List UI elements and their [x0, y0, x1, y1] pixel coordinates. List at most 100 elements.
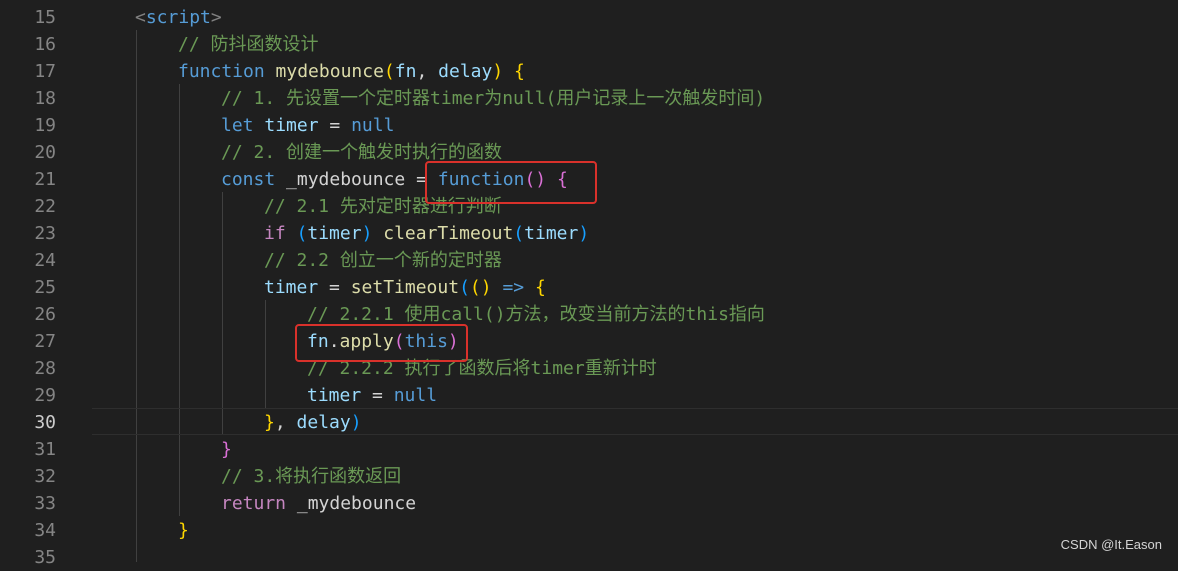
code-line[interactable]: 30}, delay) [0, 409, 1178, 436]
code-line[interactable]: 32 // 3.将执行函数返回 [0, 463, 1178, 490]
line-number: 25 [34, 277, 56, 298]
code-line[interactable]: 35 [0, 544, 1178, 571]
code-token: ( [469, 277, 481, 298]
code-token: _mydebounce = [275, 169, 438, 190]
code-token: = [318, 277, 351, 298]
code-line[interactable]: 28// 2.2.2 执行了函数后将timer重新计时 [0, 355, 1178, 382]
code-text: timer = null [307, 382, 437, 409]
code-token: ) [578, 223, 590, 244]
code-text: function mydebounce(fn, delay) { [178, 58, 525, 85]
line-number: 32 [34, 466, 56, 487]
code-token: ( [383, 61, 395, 82]
code-token: // 2. 创建一个触发时执行的函数 [221, 142, 503, 163]
code-token: ) [492, 61, 504, 82]
code-token: ( [513, 223, 525, 244]
code-token: let [221, 115, 254, 136]
code-token: { [534, 277, 546, 298]
code-line[interactable]: 29 timer = null [0, 382, 1178, 409]
code-token: } [221, 439, 232, 460]
code-text: } [178, 517, 189, 544]
code-token: null [351, 115, 395, 136]
code-token: timer [307, 385, 362, 406]
line-number: 29 [34, 385, 56, 406]
line-number: 20 [34, 142, 56, 163]
code-token: script [145, 7, 211, 28]
line-number: 16 [34, 34, 56, 55]
code-line[interactable]: 27 fn.apply(this) [0, 328, 1178, 355]
line-number: 19 [34, 115, 56, 136]
code-token: timer [524, 223, 579, 244]
line-number: 27 [34, 331, 56, 352]
code-token: } [178, 520, 189, 541]
code-text: <script> [135, 4, 222, 31]
code-text: let timer = null [221, 112, 394, 139]
code-text: // 2.2 创立一个新的定时器 [264, 247, 502, 274]
code-text: }, delay) [264, 409, 362, 436]
code-text: // 3.将执行函数返回 [221, 463, 401, 490]
code-line[interactable]: 34} [0, 517, 1178, 544]
code-token: , [274, 412, 297, 433]
code-token: timer [307, 223, 362, 244]
code-text: } [221, 436, 232, 463]
line-number: 24 [34, 250, 56, 271]
code-token: const [221, 169, 276, 190]
code-token: => [502, 277, 525, 298]
code-line[interactable]: 26 // 2.2.1 使用call()方法，改变当前方法的this指向 [0, 301, 1178, 328]
line-number: 22 [34, 196, 56, 217]
code-token: { [514, 61, 525, 82]
code-token: ) [480, 277, 492, 298]
code-token: } [264, 412, 275, 433]
code-token: setTimeout [350, 277, 460, 298]
code-token: if [264, 223, 286, 244]
code-token: ( [459, 277, 470, 298]
code-token: , [416, 61, 439, 82]
code-token: = [361, 385, 394, 406]
code-text: // 1. 先设置一个定时器timer为null(用户记录上一次触发时间) [221, 85, 765, 112]
code-token: fn [394, 61, 417, 82]
code-line[interactable]: 19 let timer = null [0, 112, 1178, 139]
code-line[interactable]: 16 // 防抖函数设计 [0, 31, 1178, 58]
code-token: null [393, 385, 438, 406]
code-text: return _mydebounce [221, 490, 416, 517]
code-token: delay [296, 412, 351, 433]
code-token: ) [350, 412, 362, 433]
code-token: ) [361, 223, 373, 244]
line-number: 17 [34, 61, 56, 82]
code-token: // 3.将执行函数返回 [221, 466, 402, 487]
code-line[interactable]: 25 timer = setTimeout(() => { [0, 274, 1178, 301]
annotation-box-function [425, 161, 597, 204]
code-line[interactable]: 31} [0, 436, 1178, 463]
line-number: 33 [34, 493, 56, 514]
code-token: return [221, 493, 287, 514]
code-token: > [210, 7, 222, 28]
code-line[interactable]: 18 // 1. 先设置一个定时器timer为null(用户记录上一次触发时间) [0, 85, 1178, 112]
code-line[interactable]: 15 <script> [0, 4, 1178, 31]
line-number: 18 [34, 88, 56, 109]
code-token: // 2.2 创立一个新的定时器 [264, 250, 502, 271]
watermark: CSDN @It.Eason [1060, 537, 1162, 552]
code-token: timer [264, 115, 319, 136]
line-number: 31 [34, 439, 56, 460]
code-text: if (timer) clearTimeout(timer) [264, 220, 589, 247]
code-token: // 防抖函数设计 [178, 34, 319, 55]
line-number: 30 [34, 412, 56, 433]
code-token: mydebounce [275, 61, 384, 82]
code-token: _mydebounce [286, 493, 417, 514]
code-editor[interactable]: 15 <script> 16// 防抖函数设计 17 function mydeboun… [0, 0, 1178, 568]
code-line[interactable]: 23 if (timer) clearTimeout(timer) [0, 220, 1178, 247]
code-line[interactable]: 24 // 2.2 创立一个新的定时器 [0, 247, 1178, 274]
line-number: 35 [34, 547, 56, 568]
code-text: timer = setTimeout(() => { [264, 274, 546, 301]
code-token: < [135, 7, 146, 28]
code-token: clearTimeout [383, 223, 514, 244]
line-number: 15 [34, 7, 56, 28]
code-line[interactable]: 17 function mydebounce(fn, delay) { [0, 58, 1178, 85]
code-line[interactable]: 33 return _mydebounce [0, 490, 1178, 517]
